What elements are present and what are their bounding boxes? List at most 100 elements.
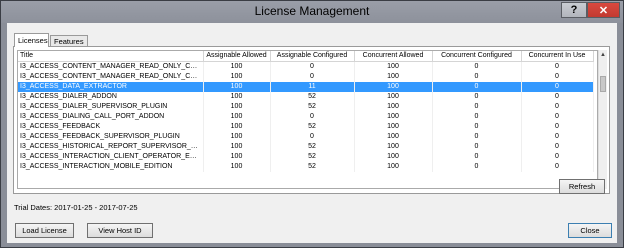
license-title-cell: I3_ACCESS_FEEDBACK_SUPERVISOR_PLUGIN bbox=[18, 132, 204, 142]
license-value-cell: 0 bbox=[432, 142, 522, 152]
column-header-assignable-allowed[interactable]: Assignable Allowed bbox=[203, 51, 271, 62]
license-value-cell: 100 bbox=[354, 72, 433, 82]
tab-licenses[interactable]: Licenses bbox=[14, 33, 49, 47]
table-row[interactable]: I3_ACCESS_INTERACTION_CLIENT_OPERATOR_ED… bbox=[18, 152, 594, 162]
license-value-cell: 100 bbox=[203, 142, 271, 152]
license-value-cell: 0 bbox=[521, 162, 594, 172]
license-value-cell: 0 bbox=[270, 112, 355, 122]
license-value-cell: 0 bbox=[270, 72, 355, 82]
license-value-cell: 0 bbox=[432, 61, 522, 72]
column-header-concurrent-allowed[interactable]: Concurrent Allowed bbox=[354, 51, 433, 62]
table-header-row: Title Assignable Allowed Assignable Conf… bbox=[18, 51, 594, 62]
license-value-cell: 100 bbox=[203, 152, 271, 162]
license-value-cell: 100 bbox=[203, 112, 271, 122]
license-value-cell: 100 bbox=[354, 152, 433, 162]
license-value-cell: 0 bbox=[521, 72, 594, 82]
licenses-panel: Title Assignable Allowed Assignable Conf… bbox=[13, 46, 610, 194]
license-value-cell: 0 bbox=[521, 142, 594, 152]
license-value-cell: 100 bbox=[354, 112, 433, 122]
table-row[interactable]: I3_ACCESS_DIALING_CALL_PORT_ADDON 100 0 100… bbox=[18, 112, 594, 122]
license-value-cell: 0 bbox=[521, 102, 594, 112]
license-value-cell: 100 bbox=[354, 82, 433, 92]
help-button[interactable]: ? bbox=[561, 2, 587, 18]
license-value-cell: 0 bbox=[521, 112, 594, 122]
table-row[interactable]: I3_ACCESS_DIALER_ADDON 100 52 100 0 0 bbox=[18, 92, 594, 102]
table-row[interactable]: I3_ACCESS_DATA_EXTRACTOR 100 11 100 0 0 bbox=[18, 82, 594, 92]
close-button[interactable]: Close bbox=[568, 223, 612, 238]
license-value-cell: 100 bbox=[354, 61, 433, 72]
license-value-cell: 0 bbox=[521, 132, 594, 142]
license-value-cell: 52 bbox=[270, 152, 355, 162]
trial-dates-label: Trial Dates: 2017-01-25 - 2017-07-25 bbox=[14, 203, 138, 212]
license-value-cell: 100 bbox=[354, 122, 433, 132]
license-value-cell: 100 bbox=[203, 72, 271, 82]
column-header-concurrent-in-use[interactable]: Concurrent In Use bbox=[521, 51, 594, 62]
license-value-cell: 100 bbox=[354, 162, 433, 172]
license-value-cell: 0 bbox=[432, 122, 522, 132]
license-title-cell: I3_ACCESS_DATA_EXTRACTOR bbox=[18, 82, 204, 92]
license-title-cell: I3_ACCESS_CONTENT_MANAGER_READ_ONLY_CLIE… bbox=[18, 72, 204, 82]
dialog-body: Licenses Features Title Assignable Allow… bbox=[7, 23, 617, 243]
window-title: License Management bbox=[254, 4, 370, 18]
license-value-cell: 100 bbox=[203, 92, 271, 102]
license-value-cell: 0 bbox=[521, 92, 594, 102]
scrollbar-thumb[interactable] bbox=[600, 76, 606, 92]
license-value-cell: 0 bbox=[432, 72, 522, 82]
license-value-cell: 100 bbox=[203, 162, 271, 172]
license-title-cell: I3_ACCESS_HISTORICAL_REPORT_SUPERVISOR_P… bbox=[18, 142, 204, 152]
license-management-window: License Management ? ✕ Licenses Features… bbox=[0, 0, 624, 248]
license-value-cell: 100 bbox=[354, 102, 433, 112]
license-value-cell: 100 bbox=[354, 142, 433, 152]
license-value-cell: 52 bbox=[270, 102, 355, 112]
license-title-cell: I3_ACCESS_FEEDBACK bbox=[18, 122, 204, 132]
view-host-id-button[interactable]: View Host ID bbox=[87, 223, 153, 238]
license-value-cell: 100 bbox=[203, 102, 271, 112]
license-value-cell: 0 bbox=[432, 162, 522, 172]
load-license-button[interactable]: Load License bbox=[15, 223, 74, 238]
column-header-title[interactable]: Title bbox=[18, 51, 204, 62]
license-value-cell: 52 bbox=[270, 92, 355, 102]
license-value-cell: 0 bbox=[432, 132, 522, 142]
table-row[interactable]: I3_ACCESS_CONTENT_MANAGER_READ_ONLY_CLIE… bbox=[18, 61, 594, 72]
table-row[interactable]: I3_ACCESS_FEEDBACK_SUPERVISOR_PLUGIN 100 0… bbox=[18, 132, 594, 142]
scroll-up-arrow-icon[interactable]: ▲ bbox=[599, 50, 607, 59]
license-value-cell: 0 bbox=[432, 112, 522, 122]
license-title-cell: I3_ACCESS_CONTENT_MANAGER_READ_ONLY_CLIE… bbox=[18, 61, 204, 72]
table-row[interactable]: I3_ACCESS_HISTORICAL_REPORT_SUPERVISOR_P… bbox=[18, 142, 594, 152]
license-value-cell: 0 bbox=[432, 82, 522, 92]
license-value-cell: 100 bbox=[203, 132, 271, 142]
table-row[interactable]: I3_ACCESS_FEEDBACK 100 52 100 0 0 bbox=[18, 122, 594, 132]
license-value-cell: 100 bbox=[354, 132, 433, 142]
license-title-cell: I3_ACCESS_INTERACTION_CLIENT_OPERATOR_ED… bbox=[18, 152, 204, 162]
license-value-cell: 100 bbox=[203, 61, 271, 72]
license-value-cell: 11 bbox=[270, 82, 355, 92]
license-table: Title Assignable Allowed Assignable Conf… bbox=[17, 50, 598, 189]
license-value-cell: 0 bbox=[521, 122, 594, 132]
table-row[interactable]: I3_ACCESS_DIALER_SUPERVISOR_PLUGIN 100 52 1… bbox=[18, 102, 594, 112]
column-header-assignable-configured[interactable]: Assignable Configured bbox=[270, 51, 355, 62]
license-title-cell: I3_ACCESS_DIALER_ADDON bbox=[18, 92, 204, 102]
license-value-cell: 0 bbox=[270, 61, 355, 72]
license-value-cell: 0 bbox=[432, 102, 522, 112]
license-value-cell: 0 bbox=[521, 82, 594, 92]
license-value-cell: 0 bbox=[521, 152, 594, 162]
license-value-cell: 52 bbox=[270, 122, 355, 132]
license-value-cell: 0 bbox=[270, 132, 355, 142]
window-close-button[interactable]: ✕ bbox=[587, 2, 620, 18]
license-value-cell: 0 bbox=[432, 152, 522, 162]
table-row[interactable]: I3_ACCESS_CONTENT_MANAGER_READ_ONLY_CLIE… bbox=[18, 72, 594, 82]
column-header-concurrent-configured[interactable]: Concurrent Configured bbox=[432, 51, 522, 62]
title-bar[interactable]: License Management ? ✕ bbox=[1, 1, 623, 23]
license-value-cell: 52 bbox=[270, 162, 355, 172]
license-value-cell: 100 bbox=[203, 82, 271, 92]
license-value-cell: 100 bbox=[203, 122, 271, 132]
license-value-cell: 52 bbox=[270, 142, 355, 152]
license-value-cell: 0 bbox=[432, 92, 522, 102]
license-value-cell: 100 bbox=[354, 92, 433, 102]
license-title-cell: I3_ACCESS_DIALER_SUPERVISOR_PLUGIN bbox=[18, 102, 204, 112]
license-value-cell: 0 bbox=[521, 61, 594, 72]
table-row[interactable]: I3_ACCESS_INTERACTION_MOBILE_EDITION 100 5… bbox=[18, 162, 594, 172]
vertical-scrollbar[interactable]: ▲ ▼ bbox=[598, 50, 607, 189]
refresh-button[interactable]: Refresh bbox=[559, 179, 605, 194]
license-title-cell: I3_ACCESS_DIALING_CALL_PORT_ADDON bbox=[18, 112, 204, 122]
